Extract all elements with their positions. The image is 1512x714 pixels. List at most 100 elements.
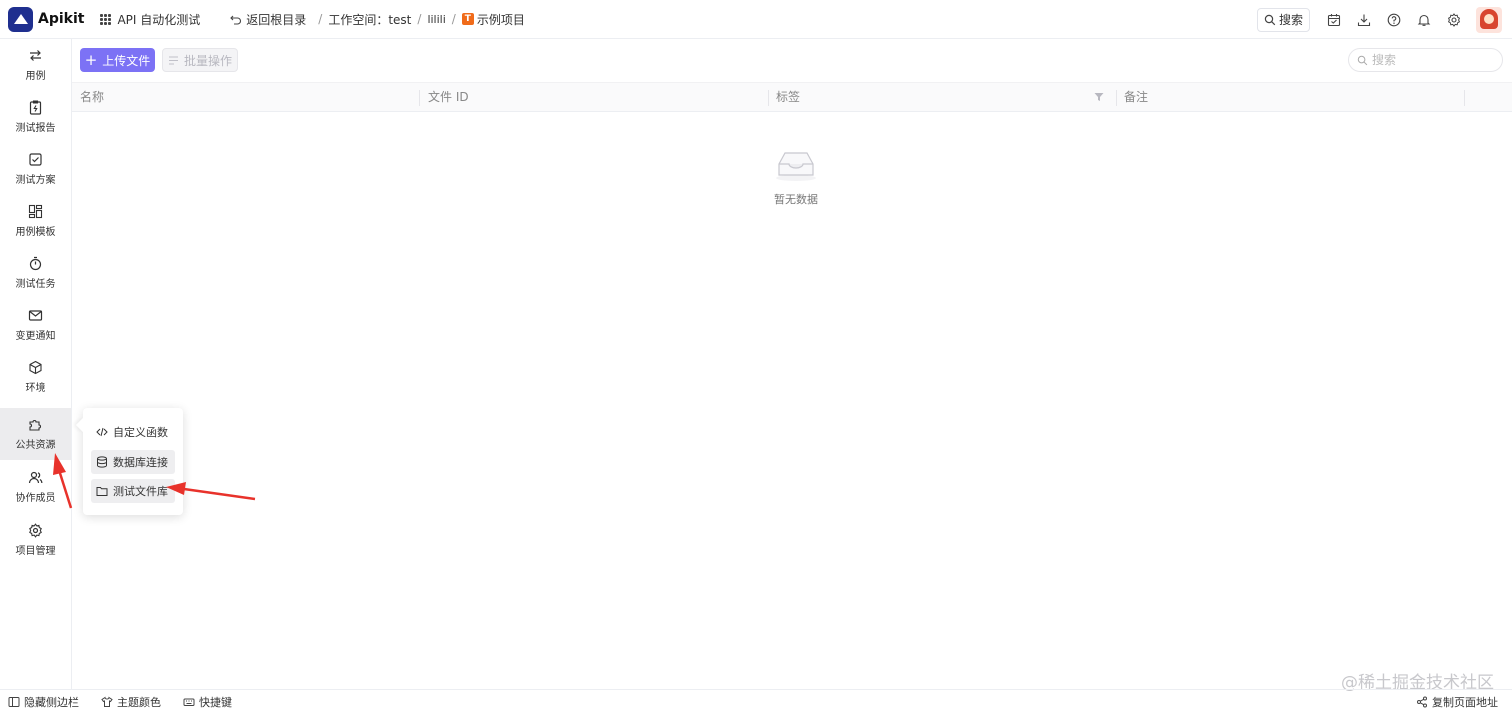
global-search-label: 搜索 [1278, 13, 1303, 27]
users-icon [28, 471, 43, 484]
apps-grid-icon [100, 13, 112, 25]
sidebar-item-change-notice[interactable]: 变更通知 [0, 299, 71, 351]
sidebar-panel-icon [8, 696, 20, 707]
copy-page-url-button[interactable]: 复制页面地址 [1416, 694, 1498, 710]
keyboard-icon [183, 698, 195, 706]
menu-item-database-connection[interactable]: 数据库连接 [91, 450, 175, 474]
checkbox-icon [29, 153, 42, 166]
apikit-logo-icon [8, 6, 33, 32]
upload-file-button[interactable]: + 上传文件 [80, 48, 155, 72]
calendar-icon[interactable] [1326, 12, 1342, 28]
sidebar-item-label: 用例 [25, 71, 46, 82]
breadcrumb-project-label: 示例项目 [476, 12, 525, 27]
bell-icon[interactable] [1416, 12, 1432, 28]
sidebar-item-label: 测试方案 [15, 175, 56, 186]
breadcrumb-separator: / [451, 12, 456, 26]
module-name: API 自动化测试 [117, 12, 201, 27]
gear-icon [29, 523, 42, 538]
hide-sidebar-button[interactable]: 隐藏侧边栏 [8, 694, 79, 710]
settings-gear-icon[interactable] [1446, 12, 1462, 28]
user-avatar[interactable] [1476, 6, 1502, 33]
sidebar-item-public-resources[interactable]: 公共资源 [0, 408, 71, 460]
report-icon [29, 100, 42, 115]
sidebar-item-environment[interactable]: 环境 [0, 351, 71, 403]
file-search-input-wrap[interactable] [1348, 48, 1503, 72]
sidebar-item-label: 公共资源 [15, 440, 56, 451]
swap-icon [30, 50, 41, 61]
upload-file-label: 上传文件 [102, 53, 151, 68]
search-icon [1357, 55, 1368, 65]
app-logo[interactable]: Apikit [8, 6, 85, 32]
sidebar-item-case-template[interactable]: 用例模板 [0, 195, 71, 247]
column-header-remarks[interactable]: 备注 [1116, 83, 1463, 113]
shortcuts-button[interactable]: 快捷键 [183, 694, 232, 710]
back-label: 返回根目录 [246, 12, 307, 27]
undo-icon [230, 15, 242, 25]
sidebar-item-test-task[interactable]: 测试任务 [0, 247, 71, 299]
database-icon [97, 456, 107, 468]
breadcrumb-workspace-label: 工作空间：test [328, 12, 412, 27]
menu-item-label: 自定义函数 [113, 426, 168, 439]
plus-icon: + [84, 50, 98, 69]
breadcrumb-workspace[interactable]: 工作空间：test [328, 11, 411, 28]
template-icon [28, 204, 43, 219]
filter-icon[interactable] [1094, 92, 1104, 102]
shirt-icon [101, 696, 113, 707]
annotation-arrow-file-library [183, 487, 256, 501]
menu-item-test-file-library[interactable]: 测试文件库 [91, 479, 175, 503]
breadcrumb-separator: / [417, 12, 422, 26]
list-icon [168, 55, 178, 65]
sidebar-item-label: 环境 [25, 383, 46, 394]
column-header-file-id[interactable]: 文件 ID [420, 83, 767, 113]
puzzle-icon [29, 420, 41, 431]
menu-item-label: 数据库连接 [113, 456, 168, 469]
menu-item-label: 测试文件库 [113, 485, 168, 498]
empty-state: 暂无数据 [760, 148, 832, 207]
copy-page-url-label: 复制页面地址 [1432, 696, 1498, 709]
top-bar: Apikit API 自动化测试 返回根目录 / 工作空间：test / lil… [0, 0, 1512, 39]
mail-icon [28, 310, 43, 321]
folder-icon [96, 487, 108, 496]
project-icon: T [461, 13, 474, 25]
search-icon [1264, 14, 1276, 25]
file-table-header: 名称 文件 ID 标签 备注 [72, 82, 1512, 112]
file-search-input[interactable] [1372, 53, 1492, 67]
sidebar: 用例 测试报告 测试方案 用例模板 测试任务 变更通知 环境 公共资源 协作成员… [0, 39, 72, 689]
breadcrumb-team[interactable]: lilili [427, 13, 445, 26]
sidebar-item-label: 测试报告 [15, 123, 56, 134]
breadcrumb-project[interactable]: T 示例项目 [461, 11, 525, 28]
theme-color-label: 主题颜色 [117, 695, 161, 709]
empty-inbox-icon [776, 152, 816, 181]
cube-icon [29, 360, 42, 375]
breadcrumb-team-label: lilili [427, 12, 446, 26]
column-header-name[interactable]: 名称 [72, 83, 419, 113]
sidebar-item-project-management[interactable]: 项目管理 [0, 514, 71, 566]
batch-operation-button[interactable]: 批量操作 [162, 48, 238, 72]
public-resources-popup-menu: 自定义函数 数据库连接 测试文件库 [83, 408, 183, 515]
theme-color-button[interactable]: 主题颜色 [101, 694, 161, 710]
sidebar-item-test-report[interactable]: 测试报告 [0, 91, 71, 143]
back-to-root-button[interactable]: 返回根目录 [230, 11, 306, 28]
sidebar-item-test-plan[interactable]: 测试方案 [0, 143, 71, 195]
app-name: Apikit [38, 11, 85, 27]
code-icon [96, 427, 108, 437]
timer-icon [29, 256, 42, 271]
help-icon[interactable] [1386, 12, 1402, 28]
batch-operation-label: 批量操作 [183, 53, 232, 68]
column-header-tags[interactable]: 标签 [768, 83, 1108, 113]
download-icon[interactable] [1356, 12, 1372, 28]
shortcuts-label: 快捷键 [199, 695, 232, 709]
sidebar-item-label: 项目管理 [15, 546, 56, 557]
menu-item-custom-function[interactable]: 自定义函数 [91, 420, 175, 444]
global-search-button[interactable]: 搜索 [1256, 7, 1310, 32]
share-icon [1417, 696, 1427, 708]
module-switcher[interactable]: API 自动化测试 [100, 11, 200, 28]
breadcrumb-separator: / [318, 12, 323, 26]
sidebar-item-label: 变更通知 [15, 331, 56, 342]
column-divider[interactable] [1464, 90, 1465, 106]
hide-sidebar-label: 隐藏侧边栏 [24, 695, 79, 709]
sidebar-item-cases[interactable]: 用例 [0, 39, 71, 91]
sidebar-item-members[interactable]: 协作成员 [0, 461, 71, 513]
sidebar-item-label: 测试任务 [15, 279, 56, 290]
sidebar-item-label: 用例模板 [15, 227, 56, 238]
